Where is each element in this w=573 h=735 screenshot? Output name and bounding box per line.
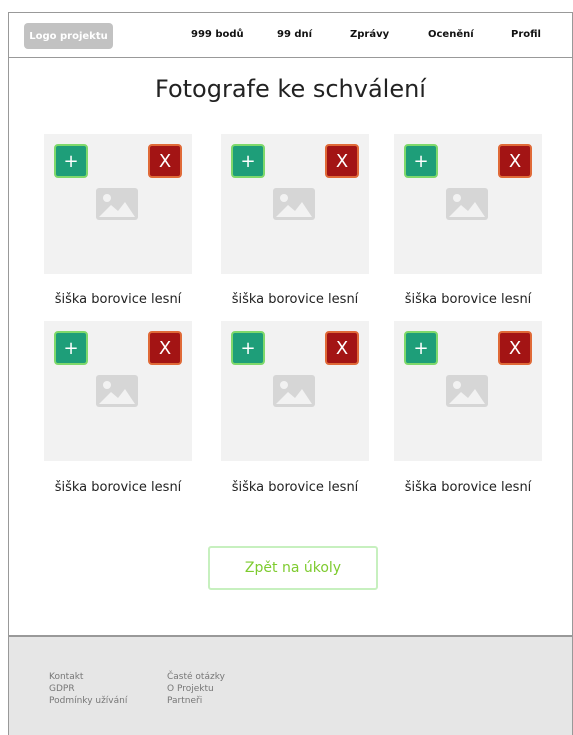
top-navigation-bar: Logo projektu 999 bodů 99 dní Zprávy Oce…	[9, 13, 572, 58]
footer-link-about[interactable]: O Projektu	[167, 683, 225, 695]
footer-link-faq[interactable]: Časté otázky	[167, 671, 225, 683]
reject-button[interactable]: X	[325, 331, 359, 365]
image-placeholder-icon	[96, 188, 138, 220]
logo[interactable]: Logo projektu	[24, 23, 113, 49]
approve-button[interactable]: +	[231, 144, 265, 178]
nav-messages[interactable]: Zprávy	[350, 29, 389, 40]
approve-button[interactable]: +	[404, 331, 438, 365]
nav-days[interactable]: 99 dní	[277, 29, 312, 40]
image-placeholder-icon	[446, 188, 488, 220]
page-title: Fotografe ke schválení	[155, 75, 426, 103]
footer-link-contact[interactable]: Kontakt	[49, 671, 127, 683]
nav-profile[interactable]: Profil	[511, 29, 541, 40]
nav-awards[interactable]: Ocenění	[428, 29, 474, 40]
footer-column-1: Kontakt GDPR Podmínky užívání	[49, 671, 127, 707]
approve-button[interactable]: +	[404, 144, 438, 178]
reject-button[interactable]: X	[148, 331, 182, 365]
photo-card: + X	[44, 321, 192, 461]
image-placeholder-icon	[446, 375, 488, 407]
photo-caption: šiška borovice lesní	[231, 292, 359, 307]
photo-card: + X	[394, 134, 542, 274]
approve-button[interactable]: +	[231, 331, 265, 365]
approve-button[interactable]: +	[54, 331, 88, 365]
footer-link-gdpr[interactable]: GDPR	[49, 683, 127, 695]
footer-column-2: Časté otázky O Projektu Partneři	[167, 671, 225, 707]
reject-button[interactable]: X	[498, 331, 532, 365]
photo-caption: šiška borovice lesní	[54, 480, 182, 495]
footer-link-terms[interactable]: Podmínky užívání	[49, 695, 127, 707]
photo-card: + X	[44, 134, 192, 274]
reject-button[interactable]: X	[325, 144, 359, 178]
photo-card: + X	[221, 321, 369, 461]
footer-link-partners[interactable]: Partneři	[167, 695, 225, 707]
image-placeholder-icon	[273, 375, 315, 407]
photo-card: + X	[394, 321, 542, 461]
page-frame: Logo projektu 999 bodů 99 dní Zprávy Oce…	[8, 12, 573, 735]
reject-button[interactable]: X	[498, 144, 532, 178]
image-placeholder-icon	[96, 375, 138, 407]
image-placeholder-icon	[273, 188, 315, 220]
photo-caption: šiška borovice lesní	[54, 292, 182, 307]
reject-button[interactable]: X	[148, 144, 182, 178]
photo-card: + X	[221, 134, 369, 274]
approve-button[interactable]: +	[54, 144, 88, 178]
back-to-tasks-button[interactable]: Zpět na úkoly	[208, 546, 378, 590]
photo-caption: šiška borovice lesní	[404, 480, 532, 495]
photo-caption: šiška borovice lesní	[404, 292, 532, 307]
footer: Kontakt GDPR Podmínky užívání Časté otáz…	[9, 635, 572, 735]
nav-points[interactable]: 999 bodů	[191, 29, 244, 40]
photo-caption: šiška borovice lesní	[231, 480, 359, 495]
